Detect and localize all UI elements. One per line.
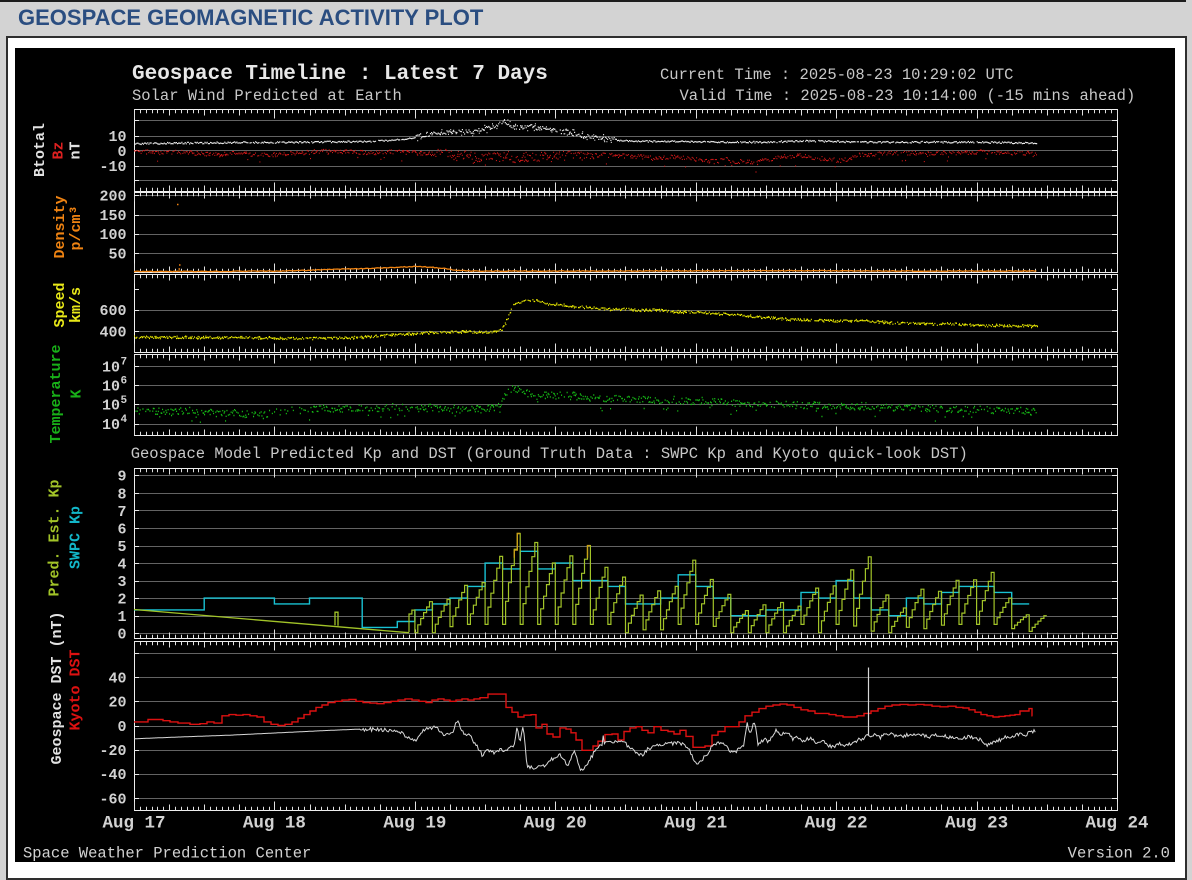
svg-text:nT: nT (67, 141, 84, 159)
svg-text:Bz: Bz (50, 141, 67, 159)
svg-text:Pred. Est. Kp: Pred. Est. Kp (46, 479, 63, 596)
svg-text:4: 4 (120, 414, 127, 426)
svg-text:Geospace DST (nT): Geospace DST (nT) (48, 611, 65, 764)
svg-text:9: 9 (117, 469, 126, 486)
svg-text:Temperature: Temperature (48, 344, 65, 443)
svg-text:10: 10 (101, 398, 119, 415)
svg-text:5: 5 (117, 539, 126, 556)
svg-text:10: 10 (101, 417, 119, 434)
svg-text:600: 600 (99, 303, 126, 320)
svg-text:Aug 21: Aug 21 (664, 814, 727, 834)
svg-text:20: 20 (108, 695, 126, 712)
svg-text:1: 1 (117, 609, 126, 626)
svg-text:Valid Time : 2025-08-23 10:14:: Valid Time : 2025-08-23 10:14:00 (-15 mi… (679, 87, 1135, 105)
svg-text:-40: -40 (99, 767, 126, 784)
svg-text:6: 6 (117, 521, 126, 538)
svg-text:Current Time : 2025-08-23 10:2: Current Time : 2025-08-23 10:29:02 UTC (660, 66, 1013, 84)
svg-text:5: 5 (120, 395, 127, 407)
svg-text:7: 7 (120, 357, 127, 369)
svg-text:200: 200 (99, 189, 126, 206)
svg-text:3: 3 (117, 574, 126, 591)
svg-text:p/cm³: p/cm³ (68, 205, 85, 250)
svg-text:0: 0 (117, 627, 126, 644)
svg-text:Aug 17: Aug 17 (102, 814, 165, 834)
svg-text:Btotal: Btotal (32, 123, 49, 177)
svg-text:8: 8 (117, 486, 126, 503)
svg-text:Space Weather Prediction Cente: Space Weather Prediction Center (23, 845, 311, 863)
svg-text:6: 6 (120, 376, 127, 388)
svg-text:Aug 22: Aug 22 (804, 814, 867, 834)
svg-text:100: 100 (99, 227, 126, 244)
svg-text:-20: -20 (99, 743, 126, 760)
svg-text:10: 10 (101, 359, 119, 376)
svg-text:Speed: Speed (52, 282, 69, 327)
svg-text:0: 0 (117, 719, 126, 736)
svg-text:Density: Density (52, 195, 69, 258)
svg-text:Aug 24: Aug 24 (1085, 814, 1148, 834)
svg-text:150: 150 (99, 208, 126, 225)
svg-text:Aug 19: Aug 19 (383, 814, 446, 834)
svg-text:50: 50 (108, 247, 126, 264)
svg-text:400: 400 (99, 325, 126, 342)
svg-text:Aug 18: Aug 18 (242, 814, 305, 834)
svg-text:40: 40 (108, 671, 126, 688)
svg-text:Solar Wind Predicted at Earth: Solar Wind Predicted at Earth (132, 87, 402, 105)
svg-text:7: 7 (117, 504, 126, 521)
svg-text:Kyoto DST: Kyoto DST (67, 649, 84, 730)
svg-text:4: 4 (117, 556, 126, 573)
svg-text:SWPC Kp: SWPC Kp (67, 506, 84, 569)
svg-text:K: K (68, 389, 85, 398)
svg-text:Aug 20: Aug 20 (523, 814, 586, 834)
svg-text:-60: -60 (99, 791, 126, 808)
svg-text:10: 10 (101, 379, 119, 396)
svg-text:2: 2 (117, 591, 126, 608)
svg-text:Geospace Model Predicted Kp an: Geospace Model Predicted Kp and DST (Gro… (130, 445, 967, 463)
svg-text:Geospace Timeline : Latest 7 D: Geospace Timeline : Latest 7 Days (132, 63, 548, 86)
svg-text:Aug 23: Aug 23 (945, 814, 1008, 834)
svg-text:-10: -10 (99, 159, 126, 176)
svg-text:Version 2.0: Version 2.0 (1067, 845, 1169, 863)
svg-text:km/s: km/s (68, 287, 85, 323)
